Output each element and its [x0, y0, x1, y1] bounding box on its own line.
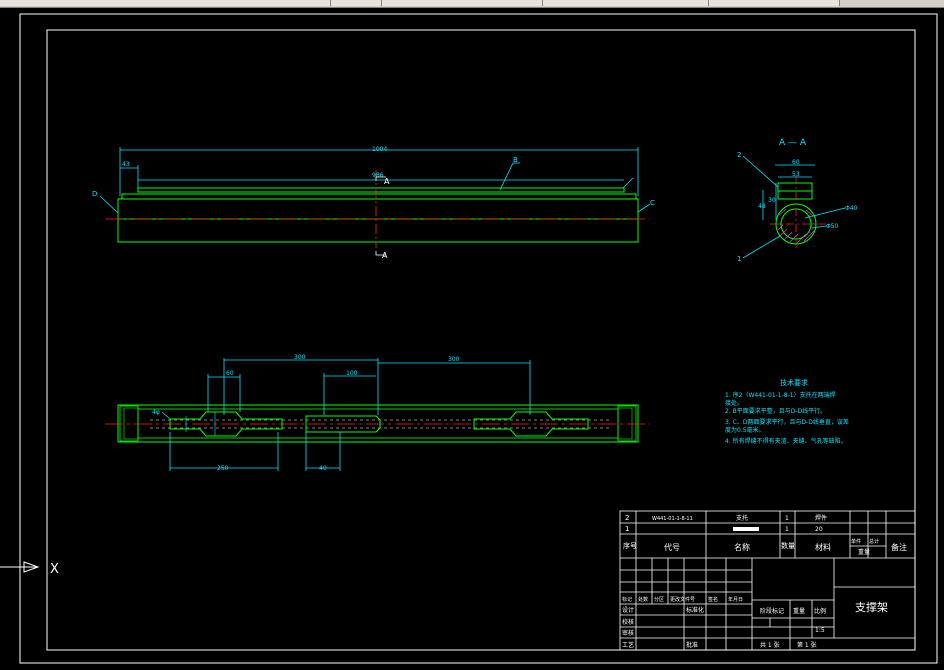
- rev-label: 标记: [622, 596, 632, 603]
- toolbar-segment[interactable]: [331, 0, 382, 6]
- header-total: 总计: [869, 538, 879, 545]
- role-tag: 批准: [686, 641, 698, 649]
- leader-d: D: [92, 190, 97, 198]
- section-title: A — A: [779, 138, 807, 148]
- toolbar-segment[interactable]: [0, 0, 331, 6]
- stage-label: 重量: [793, 607, 805, 615]
- tech-req-line: 1. 序2（W441-01-1-8-1）支托在两端焊: [725, 391, 836, 399]
- row-qty: 1: [785, 526, 789, 533]
- role-label: 工艺: [622, 641, 634, 649]
- row-qty: 1: [785, 515, 789, 522]
- row-material: 20: [815, 526, 823, 533]
- dim-radius: 4φ: [152, 409, 160, 416]
- row-name: 支托: [736, 514, 748, 522]
- rev-label: 签名: [708, 596, 718, 603]
- leader-c: C: [650, 199, 655, 207]
- header-name: 名称: [734, 542, 750, 552]
- tech-req-line: 接处。: [725, 399, 743, 407]
- stage-label: 阶段标记: [760, 607, 784, 615]
- dim-60: 60: [226, 370, 234, 377]
- dim-300-left: 300: [294, 354, 306, 361]
- header-qty: 数量: [781, 541, 795, 550]
- role-label: 校核: [622, 618, 634, 626]
- role-label: 设计: [622, 606, 634, 614]
- plan-view[interactable]: 300 300 60 100 250 40 4φ: [105, 354, 650, 472]
- dim-inner: 986: [372, 172, 384, 179]
- header-seq: 序号: [623, 541, 637, 550]
- sheet-number: 第 1 张: [797, 641, 817, 649]
- drawing-title: 支撑架: [855, 600, 888, 614]
- technical-requirements: 技术要求 1. 序2（W441-01-1-8-1）支托在两端焊 接处。 2. B…: [725, 378, 849, 445]
- tech-req-line: 度为0.5毫米。: [725, 426, 765, 434]
- rev-label: 年月日: [728, 596, 743, 603]
- row-material: 焊件: [815, 514, 827, 522]
- toolbar-segment[interactable]: [543, 0, 709, 6]
- section-view[interactable]: A — A 60 53 48 30 Φ40 Φ50 2 1: [737, 138, 858, 263]
- dim-height-2: 30: [768, 197, 776, 204]
- row-seq: 2: [625, 514, 629, 522]
- scale-value: 1:5: [815, 627, 825, 634]
- role-tag: 标准化: [686, 606, 704, 614]
- header-unit: 单件: [851, 538, 861, 545]
- tech-req-line: 4. 所有焊缝不得有夹渣、夹缝、气孔等缺陷。: [725, 437, 847, 445]
- rev-label: 处数: [638, 596, 648, 603]
- front-view[interactable]: 1004 43 986 A A B C D: [92, 146, 655, 260]
- tech-req-line: 2. B平面要求平整，且与D-D线平行。: [725, 407, 826, 415]
- cut-label-top: A: [384, 177, 390, 186]
- header-weight: 重量: [858, 548, 870, 556]
- dim-dia: Φ40: [845, 205, 858, 212]
- sheet-border-outer: [19, 13, 938, 664]
- tech-req-line: 3. C、D两面要求平行，且与D-D线垂直，误差: [725, 418, 849, 426]
- header-code: 代号: [664, 542, 680, 552]
- toolbar-segment[interactable]: [709, 0, 840, 6]
- drawing-canvas[interactable]: 1004 43 986 A A B C D A — A 60 53 48 30 …: [0, 8, 944, 666]
- leader-part1: 1: [737, 255, 741, 263]
- sheet-count: 共 1 张: [760, 641, 780, 649]
- header-note: 备注: [891, 542, 907, 552]
- row-seq: 1: [625, 525, 629, 533]
- title-block[interactable]: [619, 510, 916, 651]
- leader-part2: 2: [737, 151, 741, 159]
- rev-label: 更改文件号: [670, 596, 695, 603]
- dim-40: 40: [319, 465, 327, 472]
- dim-left: 43: [122, 161, 130, 168]
- toolbar-segment[interactable]: [382, 0, 543, 6]
- dim-height: 48: [758, 203, 766, 210]
- dim-250: 250: [217, 465, 229, 472]
- name-redacted: [733, 527, 759, 531]
- dim-dia2: Φ50: [826, 223, 839, 230]
- leader-b: B: [513, 156, 518, 164]
- header-material: 材料: [815, 542, 831, 552]
- toolbar-strip: [0, 0, 944, 8]
- role-label: 审核: [622, 629, 634, 637]
- ucs-x-label: X: [50, 562, 59, 577]
- dim-100: 100: [346, 370, 358, 377]
- dim-300-right: 300: [448, 356, 460, 363]
- row-code: W441-01-1-8-11: [652, 516, 693, 522]
- cut-label-bottom: A: [382, 251, 388, 260]
- dim-width: 60: [792, 159, 800, 166]
- tech-req-title: 技术要求: [780, 378, 808, 387]
- rev-label: 分区: [654, 596, 664, 603]
- dim-overall: 1004: [372, 146, 387, 153]
- stage-label: 比例: [814, 607, 826, 615]
- ucs-icon: X: [0, 561, 59, 577]
- sheet-border-inner: [46, 29, 916, 651]
